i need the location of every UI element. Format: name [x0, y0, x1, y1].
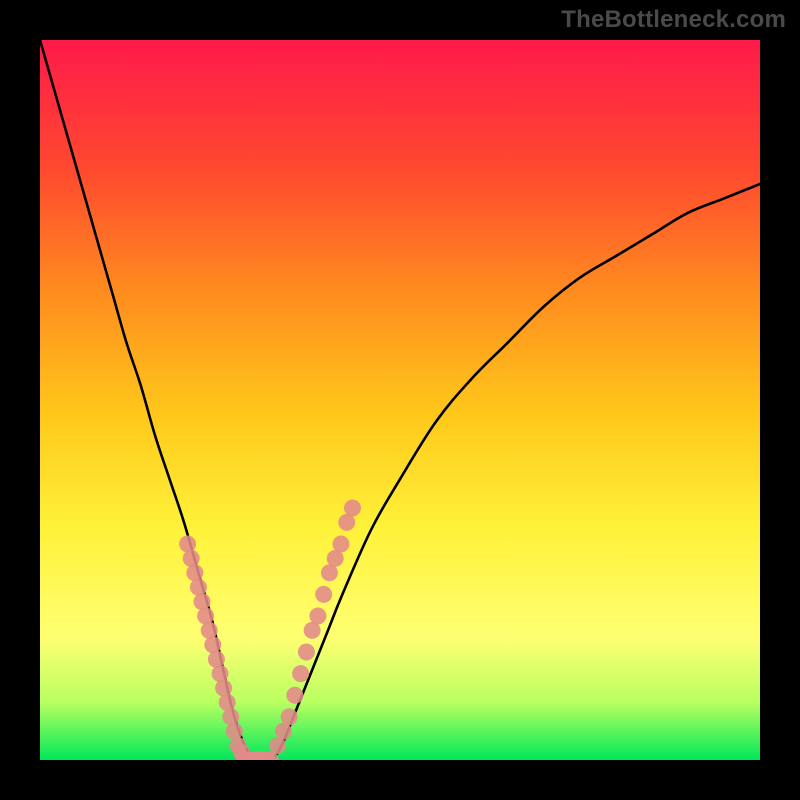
gradient-background — [40, 40, 760, 760]
watermark-text: TheBottleneck.com — [561, 6, 786, 34]
scatter-point — [286, 687, 303, 704]
scatter-point — [212, 665, 229, 682]
scatter-point — [219, 694, 236, 711]
scatter-point — [226, 723, 243, 740]
scatter-point — [332, 536, 349, 553]
scatter-point — [344, 500, 361, 517]
scatter-point — [197, 608, 214, 625]
chart-root: TheBottleneck.com — [0, 0, 800, 800]
scatter-point — [204, 636, 221, 653]
scatter-point — [215, 680, 232, 697]
scatter-point — [186, 564, 203, 581]
scatter-point — [208, 651, 225, 668]
scatter-point — [222, 708, 239, 725]
chart-svg — [40, 40, 760, 760]
scatter-point — [194, 593, 211, 610]
scatter-point — [315, 586, 332, 603]
plot-area — [40, 40, 760, 760]
scatter-point — [190, 579, 207, 596]
scatter-point — [281, 708, 298, 725]
scatter-point — [309, 608, 326, 625]
scatter-point — [179, 536, 196, 553]
scatter-point — [183, 550, 200, 567]
scatter-point — [201, 622, 218, 639]
scatter-point — [292, 665, 309, 682]
scatter-point — [298, 644, 315, 661]
